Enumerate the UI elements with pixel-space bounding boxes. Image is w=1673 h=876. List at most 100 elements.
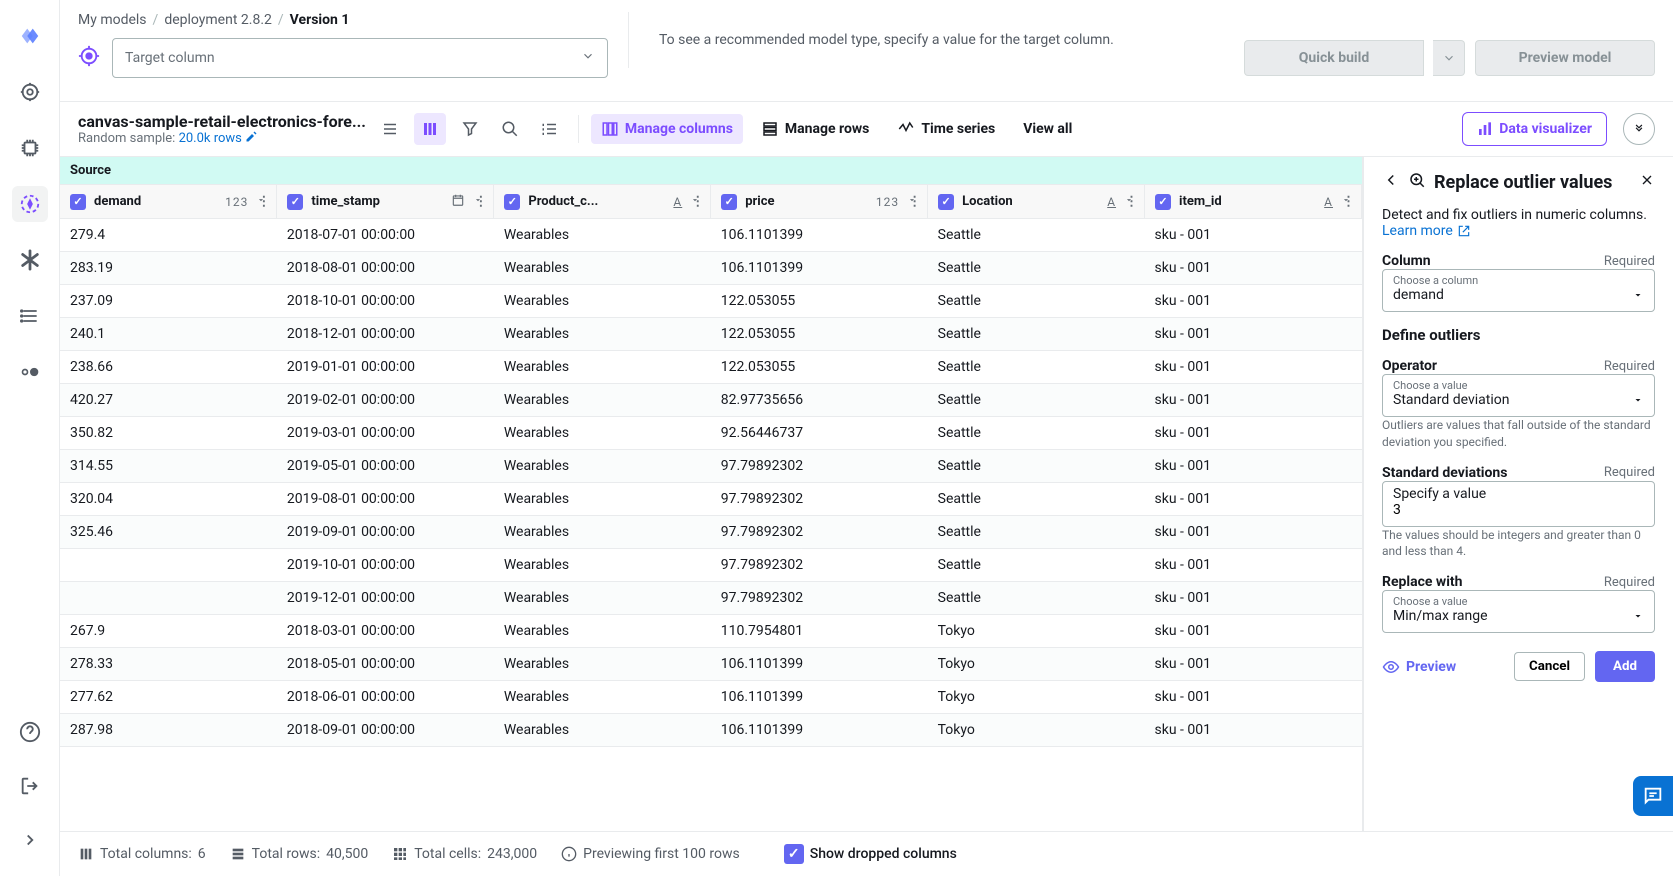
logout-icon[interactable]	[12, 768, 48, 804]
sample-link[interactable]: 20.0k rows	[179, 131, 242, 146]
manage-columns-button[interactable]: Manage columns	[591, 114, 743, 144]
table-row[interactable]: 314.552019-05-01 00:00:00Wearables97.798…	[60, 450, 1362, 483]
table-cell: 420.27	[60, 384, 277, 417]
table-cell: 283.19	[60, 252, 277, 285]
help-icon[interactable]	[12, 714, 48, 750]
table-cell: sku - 001	[1145, 285, 1362, 318]
std-input[interactable]	[1393, 502, 1644, 518]
manage-rows-button[interactable]: Manage rows	[751, 114, 879, 144]
table-cell: 2018-07-01 00:00:00	[277, 219, 494, 252]
column-header[interactable]: ✓item_idA⋮	[1145, 185, 1362, 219]
close-icon[interactable]	[1639, 172, 1655, 192]
table-cell: sku - 001	[1145, 615, 1362, 648]
search-icon[interactable]	[494, 113, 526, 145]
column-select[interactable]: Choose a column demand	[1382, 269, 1655, 312]
table-cell: 2019-10-01 00:00:00	[277, 549, 494, 582]
table-row[interactable]: 287.982018-09-01 00:00:00Wearables106.11…	[60, 714, 1362, 747]
total-cells: Total cells: 243,000	[392, 846, 537, 862]
table-row[interactable]: 320.042019-08-01 00:00:00Wearables97.798…	[60, 483, 1362, 516]
table-cell: 267.9	[60, 615, 277, 648]
table-cell: Seattle	[928, 582, 1145, 615]
table-cell: 106.1101399	[711, 714, 928, 747]
table-cell: Wearables	[494, 582, 711, 615]
table-row[interactable]: 420.272019-02-01 00:00:00Wearables82.977…	[60, 384, 1362, 417]
table-row[interactable]: 238.662019-01-01 00:00:00Wearables122.05…	[60, 351, 1362, 384]
spark-icon[interactable]	[12, 186, 48, 222]
operator-select[interactable]: Choose a value Standard deviation	[1382, 374, 1655, 417]
table-cell: sku - 001	[1145, 318, 1362, 351]
back-icon[interactable]	[1382, 171, 1400, 193]
chip-icon[interactable]	[12, 130, 48, 166]
table-cell	[60, 549, 277, 582]
data-visualizer-button[interactable]: Data visualizer	[1462, 112, 1607, 146]
collapse-panel-button[interactable]	[1623, 113, 1655, 145]
table-cell: Wearables	[494, 384, 711, 417]
time-series-button[interactable]: Time series	[887, 114, 1005, 144]
column-header[interactable]: ✓price123⋮	[711, 185, 928, 219]
column-header[interactable]: ✓time_stamp⋮	[277, 185, 494, 219]
table-row[interactable]: 240.12018-12-01 00:00:00Wearables122.053…	[60, 318, 1362, 351]
table-row[interactable]: 237.092018-10-01 00:00:00Wearables122.05…	[60, 285, 1362, 318]
preview-button[interactable]: Preview	[1382, 658, 1456, 676]
operator-label: Operator	[1382, 358, 1437, 374]
table-cell: Seattle	[928, 318, 1145, 351]
table-row[interactable]: 279.42018-07-01 00:00:00Wearables106.110…	[60, 219, 1362, 252]
table-cell: Seattle	[928, 351, 1145, 384]
table-cell: Wearables	[494, 219, 711, 252]
table-cell: 110.7954801	[711, 615, 928, 648]
target-nav-icon[interactable]	[12, 74, 48, 110]
target-column-select[interactable]: Target column	[112, 38, 608, 78]
list-icon[interactable]	[12, 298, 48, 334]
show-dropped-toggle[interactable]: ✓Show dropped columns	[784, 844, 957, 864]
breadcrumb-l1[interactable]: My models	[78, 12, 147, 28]
breadcrumb-current: Version 1	[290, 12, 350, 28]
replace-select[interactable]: Choose a value Min/max range	[1382, 590, 1655, 633]
table-cell: 97.79892302	[711, 516, 928, 549]
table-cell: 2019-01-01 00:00:00	[277, 351, 494, 384]
target-placeholder: Target column	[125, 50, 215, 66]
table-row[interactable]: 283.192018-08-01 00:00:00Wearables106.11…	[60, 252, 1362, 285]
filter-icon[interactable]	[454, 113, 486, 145]
table-cell: Wearables	[494, 549, 711, 582]
table-row[interactable]: 278.332018-05-01 00:00:00Wearables106.11…	[60, 648, 1362, 681]
panel-desc: Detect and fix outliers in numeric colum…	[1382, 207, 1647, 223]
table-row[interactable]: 350.822019-03-01 00:00:00Wearables92.564…	[60, 417, 1362, 450]
sample-label: Random sample:	[78, 131, 175, 146]
view-all-button[interactable]: View all	[1013, 115, 1082, 143]
column-header[interactable]: ✓Product_c...A⋮	[494, 185, 711, 219]
topbar: My models/deployment 2.8.2/Version 1 Tar…	[60, 0, 1673, 102]
table-cell: 122.053055	[711, 285, 928, 318]
table-cell: 122.053055	[711, 318, 928, 351]
quick-build-button: Quick build	[1244, 40, 1424, 76]
table-cell: Seattle	[928, 450, 1145, 483]
column-header[interactable]: ✓LocationA⋮	[928, 185, 1145, 219]
dots-icon[interactable]	[12, 354, 48, 390]
logo-icon[interactable]	[12, 18, 48, 54]
table-cell: Wearables	[494, 681, 711, 714]
list-view-icon[interactable]	[374, 113, 406, 145]
table-cell: 97.79892302	[711, 450, 928, 483]
table-row[interactable]: 2019-12-01 00:00:00Wearables97.79892302S…	[60, 582, 1362, 615]
breadcrumb-l2[interactable]: deployment 2.8.2	[164, 12, 272, 28]
data-table: Source ✓demand123⋮✓time_stamp⋮✓Product_c…	[60, 157, 1363, 831]
table-row[interactable]: 2019-10-01 00:00:00Wearables97.79892302S…	[60, 549, 1362, 582]
table-cell: 2019-02-01 00:00:00	[277, 384, 494, 417]
cancel-button[interactable]: Cancel	[1514, 652, 1585, 681]
chat-fab[interactable]	[1633, 776, 1673, 816]
column-header[interactable]: ✓demand123⋮	[60, 185, 277, 219]
asterisk-icon[interactable]	[12, 242, 48, 278]
table-row[interactable]: 267.92018-03-01 00:00:00Wearables110.795…	[60, 615, 1362, 648]
toolbar: canvas-sample-retail-electronics-fore...…	[60, 102, 1673, 157]
table-row[interactable]: 325.462019-09-01 00:00:00Wearables97.798…	[60, 516, 1362, 549]
total-columns: Total columns: 6	[78, 846, 206, 862]
preview-model-button: Preview model	[1475, 40, 1655, 76]
table-cell: 92.56446737	[711, 417, 928, 450]
table-cell: 106.1101399	[711, 648, 928, 681]
learn-more-link[interactable]: Learn more	[1382, 223, 1471, 239]
grid-view-icon[interactable]	[414, 113, 446, 145]
expand-icon[interactable]	[12, 822, 48, 858]
table-row[interactable]: 277.622018-06-01 00:00:00Wearables106.11…	[60, 681, 1362, 714]
numbered-list-icon[interactable]	[534, 113, 566, 145]
recommend-text: To see a recommended model type, specify…	[628, 12, 1224, 68]
add-button[interactable]: Add	[1595, 651, 1655, 682]
